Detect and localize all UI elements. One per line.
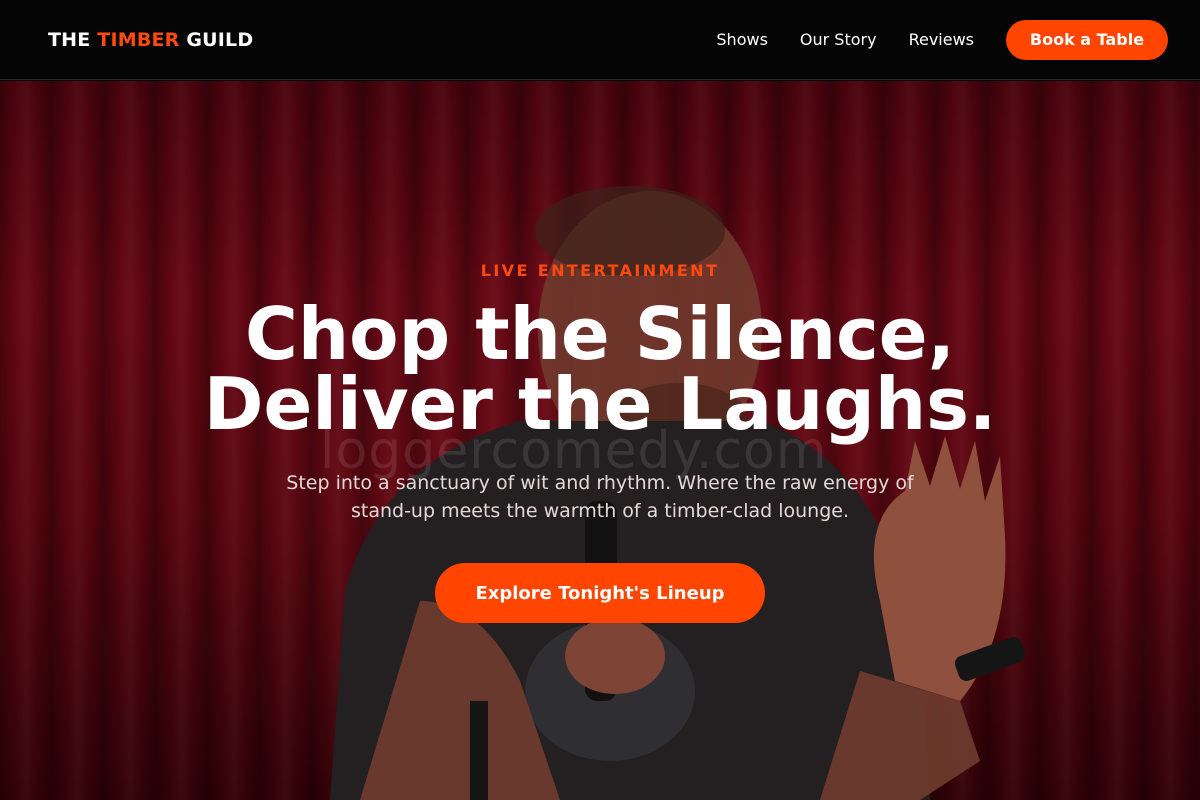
- hero-headline: Chop the Silence, Deliver the Laughs.: [0, 292, 1200, 446]
- landing-page: THE TIMBER GUILD Shows Our Story Reviews…: [0, 0, 1200, 800]
- headline-line-1: Chop the Silence,: [245, 292, 955, 376]
- nav-link-reviews[interactable]: Reviews: [909, 30, 974, 49]
- nav-link-shows[interactable]: Shows: [716, 30, 768, 49]
- logo-word-the: THE: [48, 28, 91, 51]
- headline-line-2: Deliver the Laughs.: [203, 362, 997, 446]
- book-a-table-button[interactable]: Book a Table: [1006, 19, 1168, 60]
- logo-word-timber: TIMBER: [97, 28, 180, 51]
- hero-section: loggercomedy.com LIVE ENTERTAINMENT Chop…: [0, 81, 1200, 800]
- brand-logo[interactable]: THE TIMBER GUILD: [48, 29, 253, 51]
- site-header: THE TIMBER GUILD Shows Our Story Reviews…: [0, 0, 1200, 80]
- hero-subtitle: Step into a sanctuary of wit and rhythm.…: [250, 469, 950, 525]
- subtitle-line-1: Step into a sanctuary of wit and rhythm.…: [286, 472, 914, 494]
- logo-word-guild: GUILD: [186, 28, 254, 51]
- hero-eyebrow: LIVE ENTERTAINMENT: [480, 261, 720, 280]
- main-nav: Shows Our Story Reviews Book a Table: [716, 19, 1168, 60]
- nav-link-our-story[interactable]: Our Story: [800, 30, 877, 49]
- hero-content: LIVE ENTERTAINMENT Chop the Silence, Del…: [0, 81, 1200, 800]
- subtitle-line-2: stand-up meets the warmth of a timber-cl…: [350, 500, 849, 522]
- explore-lineup-button[interactable]: Explore Tonight's Lineup: [435, 563, 765, 623]
